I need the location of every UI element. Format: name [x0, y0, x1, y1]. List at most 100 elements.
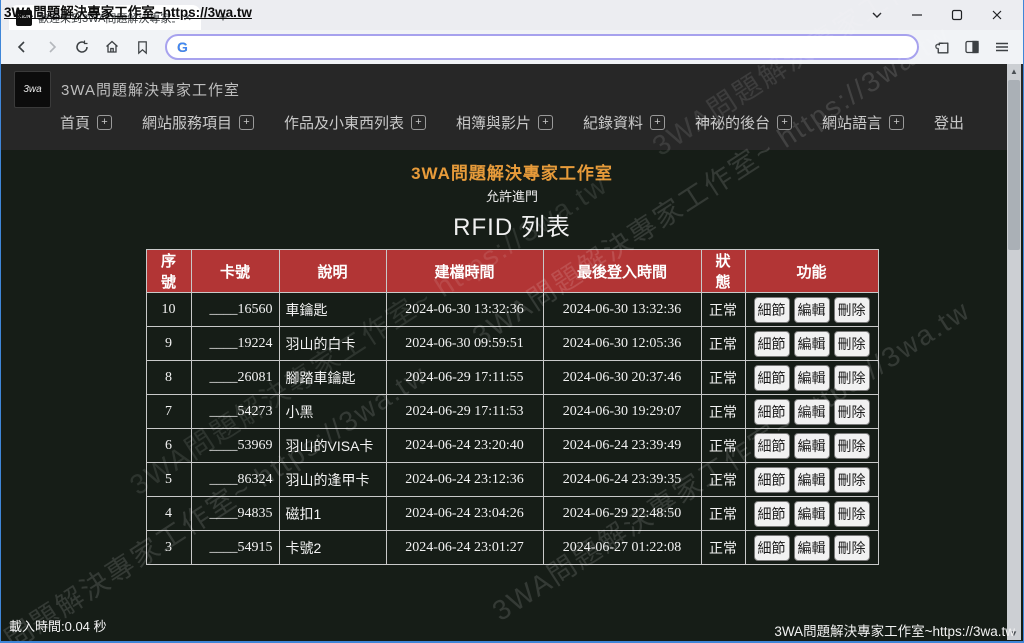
tab-search-chevron-icon[interactable]: [857, 0, 897, 30]
col-header-actions: 功能: [745, 250, 878, 293]
edit-button[interactable]: 編輯: [794, 365, 830, 391]
cell-seq: 5: [146, 463, 191, 497]
status-badge: 正常: [701, 361, 745, 395]
cell-description: 羽山的VISA卡: [279, 429, 386, 463]
col-header-card: 卡號: [191, 250, 279, 293]
status-badge: 正常: [701, 327, 745, 361]
edit-button[interactable]: 編輯: [794, 399, 830, 425]
status-badge: 正常: [701, 395, 745, 429]
details-button[interactable]: 細節: [754, 501, 790, 527]
edit-button[interactable]: 編輯: [794, 331, 830, 357]
cell-seq: 7: [146, 395, 191, 429]
details-button[interactable]: 細節: [754, 433, 790, 459]
nav-expand-plus-icon[interactable]: +: [538, 115, 553, 130]
nav-expand-plus-icon[interactable]: +: [97, 115, 112, 130]
google-search-icon: G: [177, 39, 188, 55]
edit-button[interactable]: 編輯: [794, 535, 830, 561]
scrollbar-thumb[interactable]: [1008, 80, 1020, 250]
minimize-button[interactable]: [897, 0, 937, 30]
details-button[interactable]: 細節: [754, 467, 790, 493]
browser-toolbar: G: [1, 30, 1023, 64]
status-badge: 正常: [701, 531, 745, 565]
nav-item[interactable]: 網站語言 +: [822, 112, 904, 133]
edit-button[interactable]: 編輯: [794, 433, 830, 459]
col-header-status: 狀態: [701, 250, 745, 293]
cell-seq: 10: [146, 293, 191, 327]
edit-button[interactable]: 編輯: [794, 467, 830, 493]
delete-button[interactable]: 刪除: [834, 399, 870, 425]
vertical-scrollbar[interactable]: ▲ ▼: [1007, 64, 1021, 640]
edit-button[interactable]: 編輯: [794, 501, 830, 527]
details-button[interactable]: 細節: [754, 535, 790, 561]
table-row: 7 ____54273 小黑 2024-06-29 17:11:53 2024-…: [146, 395, 878, 429]
details-button[interactable]: 細節: [754, 331, 790, 357]
home-button[interactable]: [99, 34, 125, 60]
cell-seq: 8: [146, 361, 191, 395]
back-button[interactable]: [9, 34, 35, 60]
delete-button[interactable]: 刪除: [834, 331, 870, 357]
nav-item[interactable]: 網站服務項目 +: [142, 112, 254, 133]
address-bar[interactable]: G: [165, 34, 919, 60]
nav-item[interactable]: 相簿與影片 +: [456, 112, 553, 133]
delete-button[interactable]: 刪除: [834, 467, 870, 493]
delete-button[interactable]: 刪除: [834, 297, 870, 323]
cell-seq: 3: [146, 531, 191, 565]
cell-description: 卡號2: [279, 531, 386, 565]
split-screen-icon[interactable]: [959, 34, 985, 60]
cell-description: 羽山的逢甲卡: [279, 463, 386, 497]
nav-item-label: 作品及小東西列表: [284, 112, 404, 133]
cell-created-time: 2024-06-29 17:11:53: [386, 395, 543, 429]
delete-button[interactable]: 刪除: [834, 501, 870, 527]
new-tab-button[interactable]: +: [213, 7, 233, 27]
maximize-button[interactable]: [937, 0, 977, 30]
nav-item[interactable]: 作品及小東西列表 +: [284, 112, 426, 133]
details-button[interactable]: 細節: [754, 297, 790, 323]
cell-last-login-time: 2024-06-30 19:29:07: [543, 395, 701, 429]
tab-close-icon[interactable]: ✕: [181, 11, 194, 24]
bookmark-icon[interactable]: [129, 34, 155, 60]
details-button[interactable]: 細節: [754, 399, 790, 425]
rfid-content: 3WA問題解決專家工作室 允許進門 RFID 列表 序號 卡號 說明 建檔時間 …: [1, 159, 1023, 565]
delete-button[interactable]: 刪除: [834, 535, 870, 561]
site-logo[interactable]: 3wa: [14, 71, 51, 108]
edit-button[interactable]: 編輯: [794, 297, 830, 323]
scroll-down-arrow-icon[interactable]: ▼: [1007, 626, 1021, 640]
close-window-button[interactable]: [977, 0, 1017, 30]
nav-item[interactable]: 首頁 +: [60, 112, 112, 133]
nav-item-label: 相簿與影片: [456, 112, 531, 133]
cell-actions: 細節編輯刪除: [745, 497, 878, 531]
cell-last-login-time: 2024-06-30 12:05:36: [543, 327, 701, 361]
cell-created-time: 2024-06-30 09:59:51: [386, 327, 543, 361]
nav-expand-plus-icon[interactable]: +: [777, 115, 792, 130]
details-button[interactable]: 細節: [754, 365, 790, 391]
cell-actions: 細節編輯刪除: [745, 327, 878, 361]
rfid-list-heading: RFID 列表: [1, 207, 1023, 242]
delete-button[interactable]: 刪除: [834, 433, 870, 459]
browser-tab[interactable]: 3wa 歡迎來到3WA問題解決專家工... ✕: [9, 5, 201, 30]
nav-item-label: 網站服務項目: [142, 112, 232, 133]
nav-expand-plus-icon[interactable]: +: [411, 115, 426, 130]
reload-button[interactable]: [69, 34, 95, 60]
load-time-status: 載入時間:0.04 秒: [9, 616, 107, 635]
nav-item-label: 網站語言: [822, 112, 882, 133]
menu-icon[interactable]: [989, 34, 1015, 60]
nav-expand-plus-icon[interactable]: +: [650, 115, 665, 130]
cell-description: 磁扣1: [279, 497, 386, 531]
nav-expand-plus-icon[interactable]: +: [889, 115, 904, 130]
forward-button[interactable]: [39, 34, 65, 60]
scroll-up-arrow-icon[interactable]: ▲: [1007, 64, 1021, 78]
col-header-last-login: 最後登入時間: [543, 250, 701, 293]
col-header-created: 建檔時間: [386, 250, 543, 293]
table-row: 4 ____94835 磁扣1 2024-06-24 23:04:26 2024…: [146, 497, 878, 531]
delete-button[interactable]: 刪除: [834, 365, 870, 391]
nav-item[interactable]: 登出: [934, 112, 964, 133]
cell-created-time: 2024-06-24 23:12:36: [386, 463, 543, 497]
page-subtitle: 允許進門: [1, 186, 1023, 205]
extensions-icon[interactable]: [929, 34, 955, 60]
nav-item[interactable]: 神祕的後台 +: [695, 112, 792, 133]
nav-item[interactable]: 紀錄資料 +: [583, 112, 665, 133]
status-badge: 正常: [701, 463, 745, 497]
page-content: 3wa 3WA問題解決專家工作室 首頁 + 網站服務項目 + 作品及小東: [1, 64, 1023, 641]
nav-expand-plus-icon[interactable]: +: [239, 115, 254, 130]
cell-seq: 9: [146, 327, 191, 361]
